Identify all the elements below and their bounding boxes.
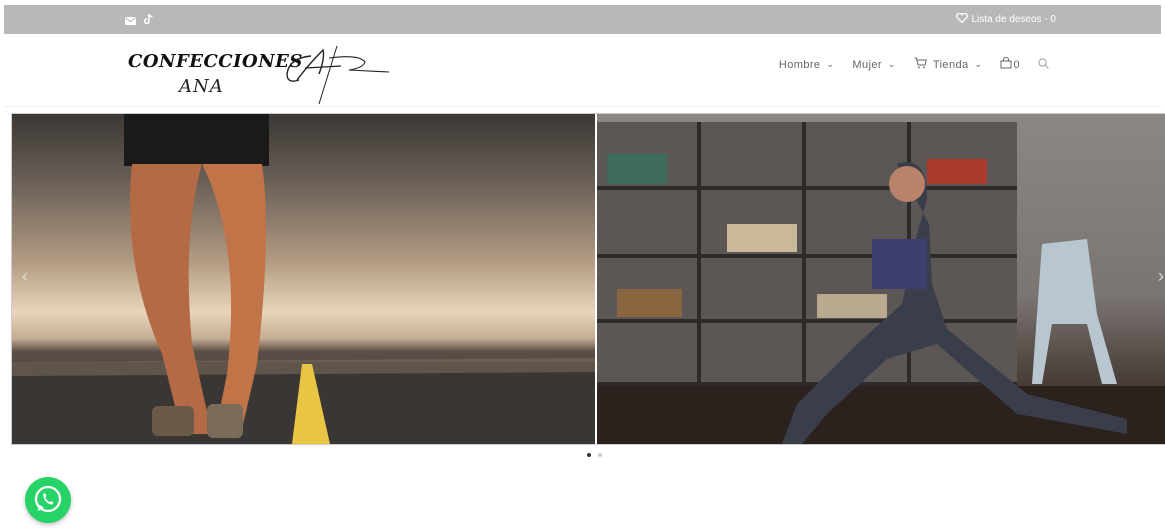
site-logo[interactable]: CONFECCIONES ANA [124,44,394,106]
search-button[interactable] [1038,57,1049,72]
slider-prev-arrow[interactable]: ‹ [22,266,28,287]
main-nav: Hombre ⌄ Mujer ⌄ Tienda ⌄ 0 [779,56,1049,72]
slider-dot-2[interactable] [598,453,602,457]
top-bar: Lista de deseos - 0 [4,5,1161,34]
nav-item-hombre[interactable]: Hombre ⌄ [779,59,834,71]
logo-line1: CONFECCIONES [128,51,303,72]
needle-thread-logo-mark [286,45,390,105]
heart-icon [955,12,968,26]
chevron-down-icon: ⌄ [826,59,835,69]
cart-count: 0 [1013,58,1020,71]
slide-yoga-image [597,114,1165,444]
wishlist-label: Lista de deseos - 0 [971,14,1057,25]
chevron-down-icon: ⌄ [974,59,983,69]
nav-mujer-label: Mujer [852,58,882,71]
chevron-down-icon: ⌄ [887,59,896,69]
slide-runner-image [12,114,595,444]
search-icon [1038,57,1049,72]
yoga-bookshelf-illustration [597,122,1165,444]
shopping-bag-icon [1000,56,1012,72]
whatsapp-icon [25,485,71,527]
cart-button[interactable]: 0 [1000,56,1020,72]
nav-hombre-label: Hombre [778,58,821,71]
slider-pagination [587,453,602,457]
logo-line2: ANA [179,76,224,97]
nav-item-tienda[interactable]: Tienda ⌄ [914,57,983,72]
social-icons [125,12,153,30]
nav-item-mujer[interactable]: Mujer ⌄ [852,59,895,71]
slider-next-arrow[interactable]: › [1158,266,1164,287]
site-header: CONFECCIONES ANA Hombre ⌄ Mujer ⌄ Tienda… [4,34,1161,107]
shopping-cart-icon [914,57,927,72]
nav-tienda-label: Tienda [932,58,969,71]
whatsapp-chat-button[interactable] [25,477,71,523]
runner-illustration [12,114,595,444]
hero-slider[interactable]: ‹ › [11,113,1165,445]
envelope-icon[interactable] [125,12,136,30]
wishlist-link[interactable]: Lista de deseos - 0 [955,12,1057,26]
tiktok-icon[interactable] [143,12,153,30]
slider-dot-1[interactable] [587,453,591,457]
